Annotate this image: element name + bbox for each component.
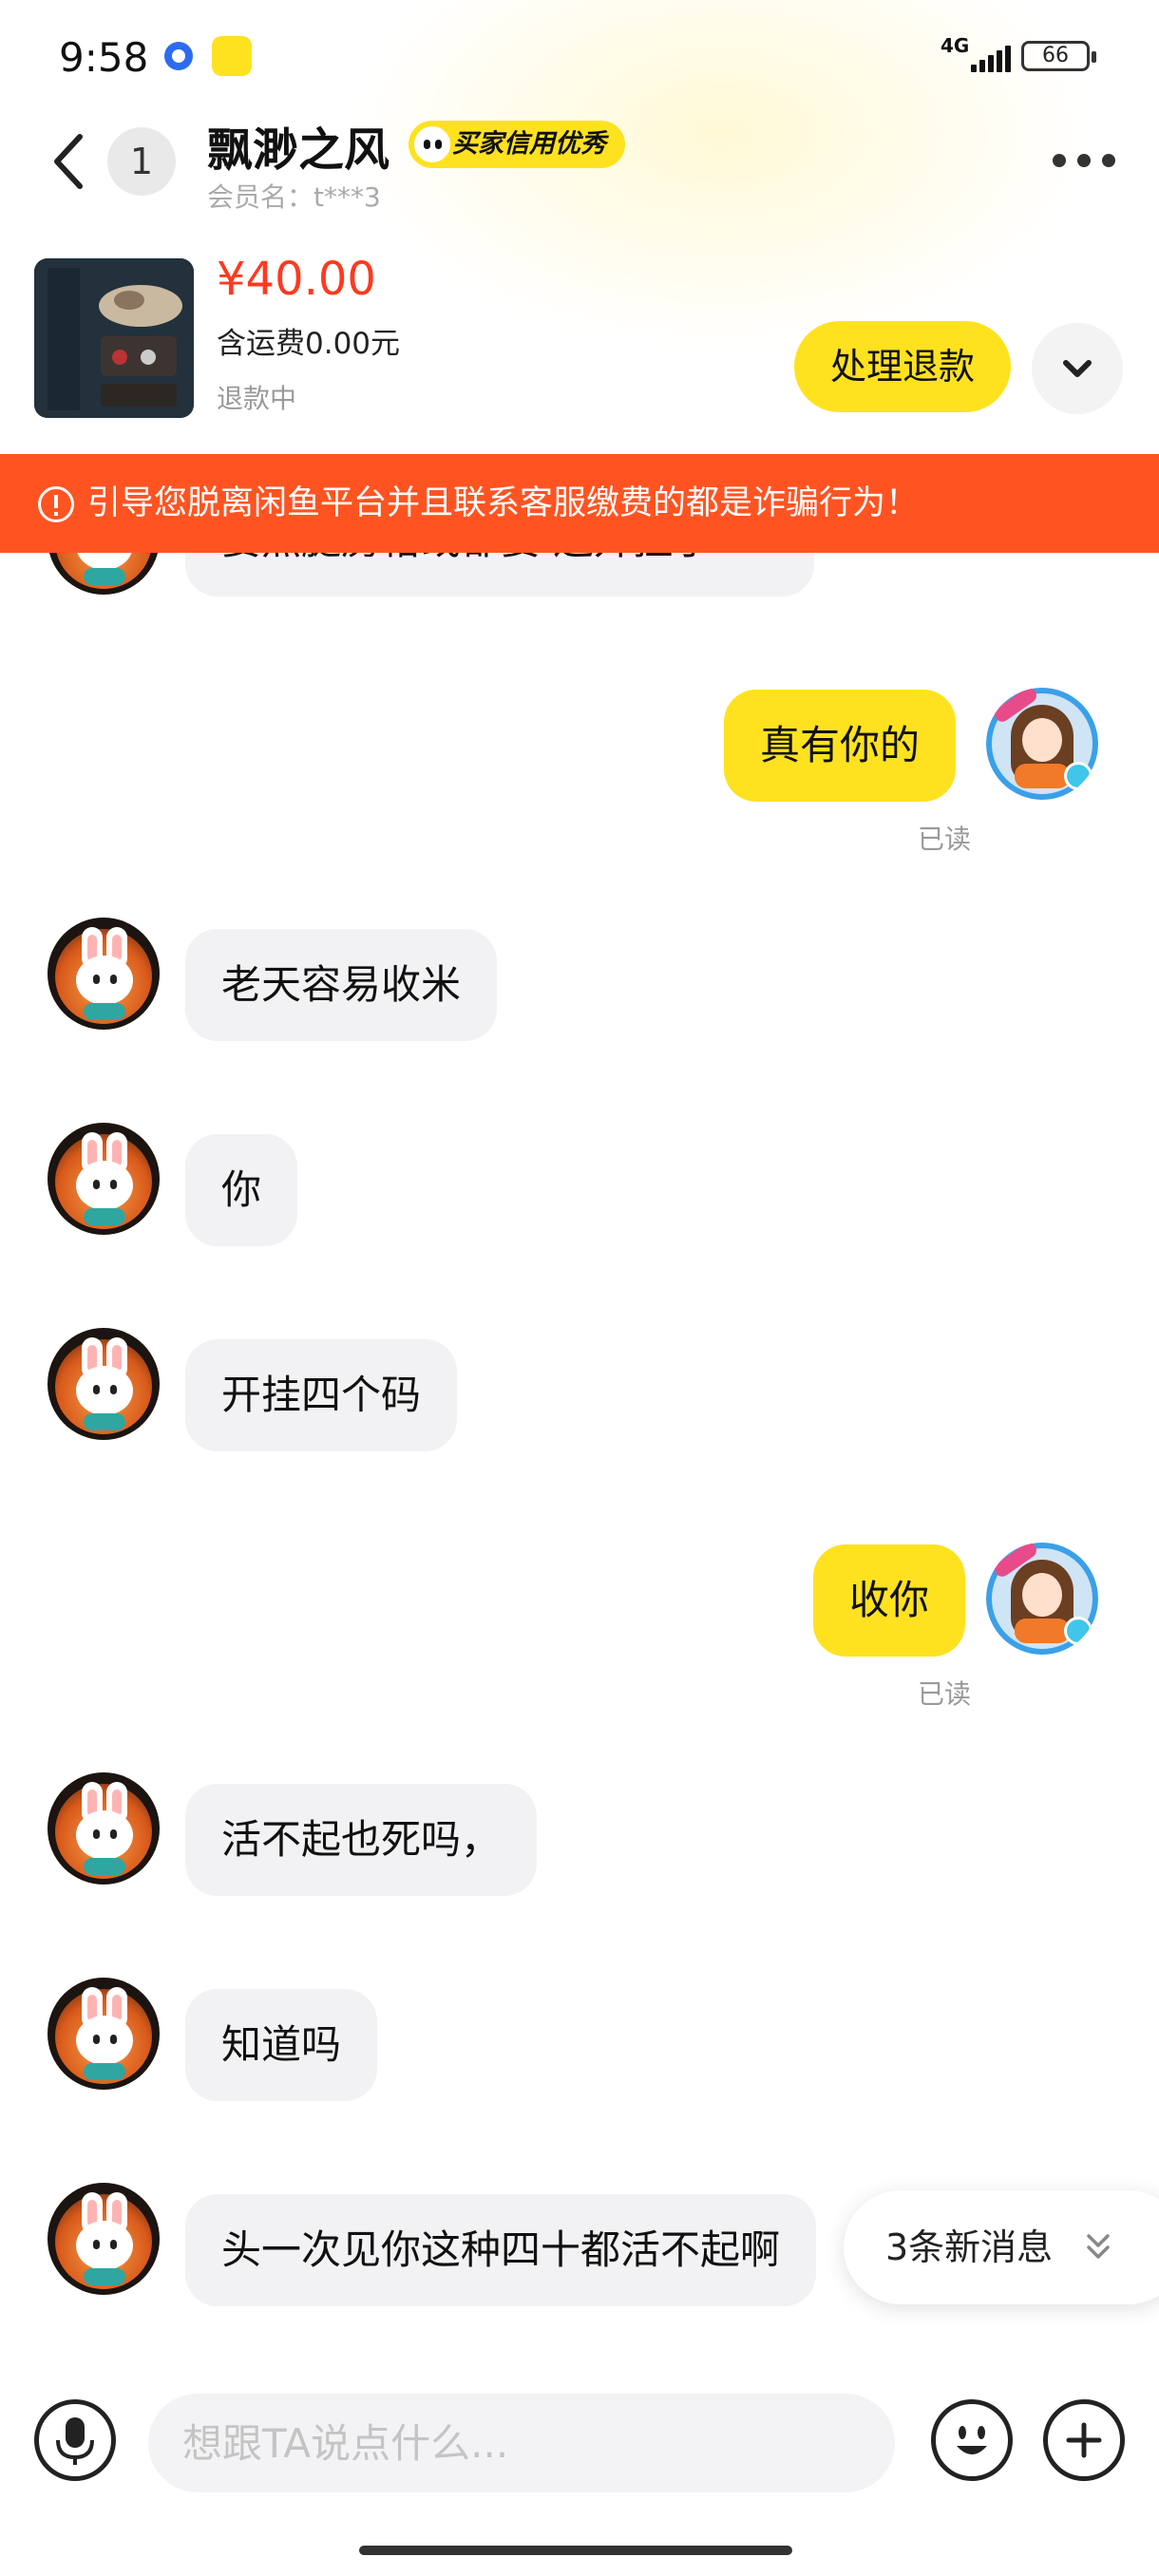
member-name: 会员名：t***3 bbox=[207, 181, 381, 213]
smiley-icon bbox=[957, 2426, 987, 2454]
peer-avatar[interactable] bbox=[48, 918, 160, 1030]
alert-icon bbox=[38, 486, 74, 522]
plus-icon bbox=[1066, 2422, 1102, 2458]
peer-avatar[interactable] bbox=[48, 1328, 160, 1440]
network-type: 4G bbox=[940, 34, 970, 57]
my-avatar[interactable] bbox=[986, 1543, 1098, 1655]
order-status: 退款中 bbox=[217, 383, 297, 414]
status-time: 9:58 bbox=[59, 34, 149, 81]
credit-badge[interactable]: 买家信用优秀 bbox=[408, 121, 625, 168]
status-bar: 9:58 4G 66 bbox=[0, 0, 1159, 104]
peer-avatar[interactable] bbox=[48, 1772, 160, 1885]
xianyu-notification-icon bbox=[212, 36, 252, 76]
message-bubble-outgoing[interactable]: 收你 bbox=[813, 1544, 966, 1657]
read-receipt: 已读 bbox=[918, 824, 972, 855]
expand-order-button[interactable] bbox=[1032, 323, 1123, 414]
fraud-warning-text: 引导您脱离闲鱼平台并且联系客服缴费的都是诈骗行为！ bbox=[87, 484, 920, 522]
message-bubble-incoming[interactable]: 开挂四个码 bbox=[185, 1339, 458, 1451]
double-chevron-down-icon bbox=[1087, 2234, 1110, 2259]
more-options-icon[interactable] bbox=[1053, 154, 1115, 169]
message-bubble-incoming[interactable]: 头一次见你这种四十都活不起啊 bbox=[185, 2194, 817, 2306]
battery-icon: 66 bbox=[1021, 41, 1096, 71]
peer-avatar[interactable] bbox=[48, 2183, 160, 2295]
chevron-down-icon bbox=[1063, 360, 1092, 377]
new-messages-label: 3条新消息 bbox=[885, 2226, 1054, 2268]
my-avatar[interactable] bbox=[986, 688, 1098, 800]
product-price: ¥40.00 bbox=[217, 253, 376, 306]
message-bubble-outgoing[interactable]: 真有你的 bbox=[724, 690, 957, 802]
credit-badge-label: 买家信用优秀 bbox=[452, 129, 606, 159]
message-bubble-incoming[interactable]: 知道吗 bbox=[185, 1989, 378, 2101]
signal-icon bbox=[971, 46, 1011, 72]
emoji-button[interactable] bbox=[931, 2399, 1013, 2481]
shipping-fee: 含运费0.00元 bbox=[217, 327, 401, 361]
message-input[interactable] bbox=[148, 2394, 895, 2492]
app-notification-icon bbox=[164, 42, 193, 70]
back-button[interactable] bbox=[38, 123, 104, 199]
message-bubble-incoming[interactable]: 老天容易收米 bbox=[185, 929, 498, 1041]
product-thumbnail[interactable] bbox=[34, 258, 194, 418]
fraud-warning-banner: 引导您脱离闲鱼平台并且联系客服缴费的都是诈骗行为！ bbox=[0, 454, 1159, 553]
home-indicator[interactable] bbox=[359, 2546, 792, 2555]
message-bubble-incoming[interactable]: 你 bbox=[185, 1134, 298, 1246]
more-actions-button[interactable] bbox=[1043, 2399, 1125, 2481]
voice-input-button[interactable] bbox=[34, 2399, 116, 2481]
new-messages-button[interactable]: 3条新消息 bbox=[844, 2190, 1159, 2304]
message-bubble-incoming[interactable]: 活不起也死吗， bbox=[185, 1784, 538, 1896]
peer-avatar[interactable] bbox=[48, 1123, 160, 1235]
message-input-bar bbox=[0, 2356, 1159, 2576]
handle-refund-button[interactable]: 处理退款 bbox=[794, 321, 1011, 412]
chevron-left-icon bbox=[54, 134, 83, 189]
chat-partner-name[interactable]: 飘渺之风 bbox=[207, 112, 390, 179]
unread-count-badge[interactable]: 1 bbox=[107, 127, 176, 196]
microphone-icon bbox=[56, 2417, 94, 2465]
read-receipt: 已读 bbox=[918, 1678, 972, 1710]
peer-avatar[interactable] bbox=[48, 1978, 160, 2090]
fish-mascot-icon bbox=[411, 123, 453, 165]
